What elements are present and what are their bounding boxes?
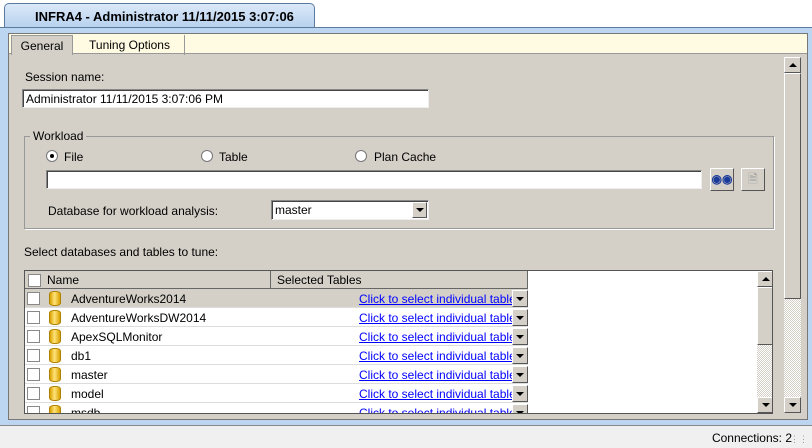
database-name: AdventureWorks2014	[71, 292, 187, 306]
database-row[interactable]: AdventureWorks2014 Click to select indiv…	[25, 289, 528, 308]
scroll-thumb[interactable]	[757, 287, 772, 345]
select-tables-link[interactable]: Click to select individual tables	[359, 330, 522, 344]
chevron-down-icon[interactable]	[512, 290, 528, 307]
database-icon	[49, 405, 61, 413]
document-magnify-icon: 🗎	[748, 172, 758, 186]
database-name: msdb	[71, 406, 101, 414]
database-checkbox[interactable]	[27, 311, 40, 324]
chevron-down-icon[interactable]	[512, 404, 528, 413]
database-icon	[49, 348, 61, 363]
session-name-input[interactable]: Administrator 11/11/2015 3:07:06 PM	[22, 89, 429, 108]
radio-file-label[interactable]: File	[64, 150, 83, 164]
database-name: model	[71, 387, 104, 401]
select-tables-link[interactable]: Click to select individual tables	[359, 387, 522, 401]
radio-table-label[interactable]: Table	[219, 150, 248, 164]
database-checkbox[interactable]	[27, 387, 40, 400]
select-tables-link[interactable]: Click to select individual tables	[359, 292, 522, 306]
select-tables-link[interactable]: Click to select individual tables	[359, 406, 522, 413]
chevron-down-icon[interactable]	[512, 309, 528, 326]
scroll-down-icon[interactable]	[784, 397, 801, 413]
db-workload-label: Database for workload analysis:	[48, 204, 219, 218]
databases-grid: Name Selected Tables AdventureWorks2014 …	[24, 270, 773, 414]
resize-grip-icon[interactable]: ⋮⋮	[790, 434, 808, 445]
chevron-down-icon[interactable]	[512, 366, 528, 383]
database-name: db1	[71, 349, 92, 363]
scroll-up-icon[interactable]	[757, 271, 772, 287]
scroll-thumb[interactable]	[784, 73, 801, 299]
database-name: ApexSQLMonitor	[71, 330, 163, 344]
database-icon	[49, 310, 61, 325]
column-header-selected-tables[interactable]: Selected Tables	[271, 271, 528, 289]
database-checkbox[interactable]	[27, 349, 40, 362]
radio-file[interactable]	[46, 150, 58, 162]
db-workload-select[interactable]: master	[271, 200, 429, 220]
binoculars-icon: ◉◉	[711, 172, 733, 186]
preview-workload-button[interactable]: 🗎	[741, 168, 765, 191]
database-icon	[49, 291, 61, 306]
tab-tuning-options[interactable]: Tuning Options	[75, 35, 185, 55]
scroll-down-icon[interactable]	[757, 397, 772, 413]
database-name: master	[71, 368, 108, 382]
column-header-name-label: Name	[47, 273, 80, 287]
session-name-label: Session name:	[25, 70, 105, 84]
database-icon	[49, 329, 61, 344]
db-workload-value: master	[275, 203, 312, 217]
connections-count: Connections: 2	[711, 431, 792, 445]
select-tables-link[interactable]: Click to select individual tables	[359, 311, 522, 325]
browse-binoculars-button[interactable]: ◉◉	[710, 168, 734, 191]
select-tables-link[interactable]: Click to select individual tables	[359, 368, 522, 382]
database-row[interactable]: AdventureWorksDW2014 Click to select ind…	[25, 308, 528, 327]
select-all-checkbox[interactable]	[28, 274, 41, 287]
database-row[interactable]: master Click to select individual tables	[25, 365, 528, 384]
database-name: AdventureWorksDW2014	[71, 311, 207, 325]
database-checkbox[interactable]	[27, 292, 40, 305]
database-checkbox[interactable]	[27, 406, 40, 413]
chevron-down-icon[interactable]	[512, 347, 528, 364]
database-row[interactable]: msdb Click to select individual tables	[25, 403, 528, 414]
chevron-down-icon[interactable]	[512, 328, 528, 345]
workload-group-title: Workload	[30, 129, 87, 143]
database-icon	[49, 386, 61, 401]
scroll-up-icon[interactable]	[784, 57, 801, 73]
select-tables-link[interactable]: Click to select individual tables	[359, 349, 522, 363]
database-checkbox[interactable]	[27, 368, 40, 381]
column-header-selected-tables-label: Selected Tables	[277, 273, 362, 287]
tab-strip: General Tuning Options	[9, 34, 807, 55]
database-row[interactable]: model Click to select individual tables	[25, 384, 528, 403]
grid-scrollbar[interactable]	[757, 271, 772, 413]
radio-plan-cache[interactable]	[355, 150, 367, 162]
column-header-name[interactable]: Name	[25, 271, 271, 289]
workload-file-input[interactable]	[46, 170, 702, 189]
database-checkbox[interactable]	[27, 330, 40, 343]
database-row[interactable]: db1 Click to select individual tables	[25, 346, 528, 365]
document-tab[interactable]: INFRA4 - Administrator 11/11/2015 3:07:0…	[4, 3, 315, 39]
status-bar: Connections: 2 ⋮⋮	[0, 425, 812, 448]
database-row[interactable]: ApexSQLMonitor Click to select individua…	[25, 327, 528, 346]
chevron-down-icon[interactable]	[412, 202, 427, 218]
tab-general[interactable]: General	[11, 35, 73, 55]
panel-scrollbar[interactable]	[784, 57, 801, 413]
radio-table[interactable]	[201, 150, 213, 162]
radio-plan-cache-label[interactable]: Plan Cache	[374, 150, 436, 164]
databases-label: Select databases and tables to tune:	[24, 245, 219, 259]
database-icon	[49, 367, 61, 382]
chevron-down-icon[interactable]	[512, 385, 528, 402]
